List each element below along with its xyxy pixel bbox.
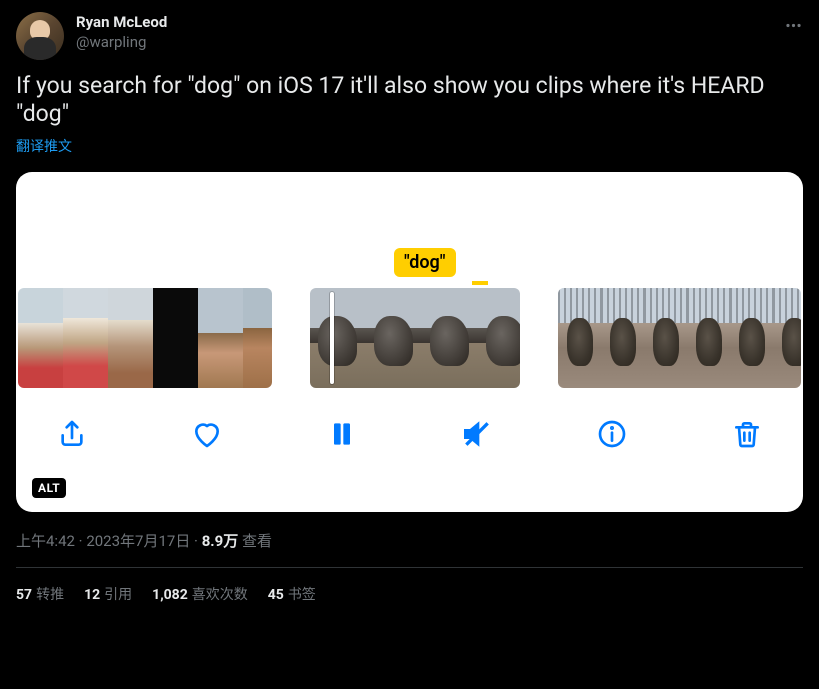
tweet: Ryan McLeod @warpling If you search for … bbox=[0, 0, 819, 616]
display-name: Ryan McLeod bbox=[76, 12, 167, 32]
retweets-stat[interactable]: 57转推 bbox=[16, 584, 64, 604]
playhead[interactable] bbox=[330, 292, 334, 384]
tweet-meta[interactable]: 上午4:42 · 2023年7月17日 · 8.9万 查看 bbox=[16, 530, 803, 551]
filmstrip[interactable] bbox=[16, 288, 803, 388]
quotes-stat[interactable]: 12引用 bbox=[84, 584, 132, 604]
tweet-header: Ryan McLeod @warpling bbox=[16, 12, 803, 60]
likes-stat[interactable]: 1,082喜欢次数 bbox=[152, 584, 248, 604]
author-block[interactable]: Ryan McLeod @warpling bbox=[76, 12, 167, 52]
media-card[interactable]: "dog" bbox=[16, 172, 803, 512]
tweet-date: 2023年7月17日 bbox=[86, 532, 190, 550]
tweet-text: If you search for "dog" on iOS 17 it'll … bbox=[16, 72, 803, 128]
views-count: 8.9万 bbox=[202, 532, 239, 550]
caption-pill: "dog" bbox=[394, 248, 456, 277]
views-label: 查看 bbox=[238, 532, 272, 550]
translate-link[interactable]: 翻译推文 bbox=[16, 136, 803, 156]
share-icon[interactable] bbox=[56, 418, 88, 454]
avatar[interactable] bbox=[16, 12, 64, 60]
pause-icon[interactable] bbox=[326, 418, 358, 454]
media-toolbar bbox=[16, 388, 803, 484]
tweet-stats: 57转推 12引用 1,082喜欢次数 45书签 bbox=[16, 568, 803, 604]
mute-icon[interactable] bbox=[461, 418, 493, 454]
clip-thumbnail[interactable] bbox=[310, 288, 521, 388]
bookmarks-stat[interactable]: 45书签 bbox=[268, 584, 316, 604]
clip-thumbnail[interactable] bbox=[18, 288, 272, 388]
caption-tick bbox=[472, 281, 488, 285]
tweet-time: 上午4:42 bbox=[16, 532, 75, 550]
alt-badge[interactable]: ALT bbox=[32, 478, 66, 498]
handle: @warpling bbox=[76, 32, 167, 52]
more-icon[interactable] bbox=[784, 16, 803, 39]
info-icon[interactable] bbox=[596, 418, 628, 454]
caption-area: "dog" bbox=[16, 172, 803, 288]
trash-icon[interactable] bbox=[731, 418, 763, 454]
clip-thumbnail[interactable] bbox=[558, 288, 801, 388]
heart-icon[interactable] bbox=[191, 418, 223, 454]
